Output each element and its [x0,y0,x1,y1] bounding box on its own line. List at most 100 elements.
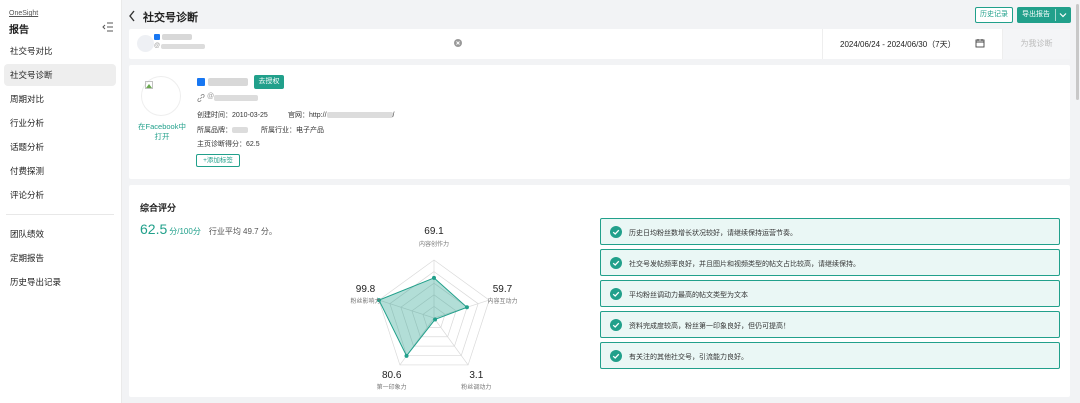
profile-card: 在Facebook中打开 去授权 @ 创建时间：2010-03-25 官网：ht… [129,65,1070,179]
sidebar-item-period-compare[interactable]: 周期对比 [4,88,116,110]
score-card: 综合评分 62.5 分/100分 行业平均 49.7 分。 69.1 内容创作力 59.… [129,185,1070,397]
radar-point[interactable] [433,317,438,322]
profile-name-redacted [208,78,248,86]
sidebar-item-topic[interactable]: 话题分析 [4,136,116,158]
page-score-info: 主页诊断得分：62.5 [197,139,260,149]
sidebar-item-industry[interactable]: 行业分析 [4,112,116,134]
radar-value-label: 80.6 [381,370,402,382]
check-circle-icon [610,319,622,331]
facebook-icon [154,34,160,40]
score-section-title: 综合评分 [140,203,177,213]
page-score-label: 主页诊断得分： [197,141,246,148]
page-title: 社交号诊断 [143,12,198,24]
radar-axis-label: 粉丝影响力 [350,298,381,305]
add-tag-button[interactable]: +添加标签 [196,154,240,167]
radar-axis-label: 第一印象力 [376,385,407,392]
broken-image-icon [145,81,153,89]
website-prefix[interactable]: http:// [309,112,327,119]
tip-item: 资料完成度较高，粉丝第一印象良好，但仍可提高！ [600,311,1060,338]
account-avatar [137,35,154,52]
tip-text: 社交号发帖频率良好，并且图片和视频类型的帖文占比较高，请继续保持。 [629,261,860,268]
sidebar-item-comments[interactable]: 评论分析 [4,184,116,206]
sidebar-item-scheduled[interactable]: 定期报告 [4,247,116,269]
website-info: 官网：http:// / [288,110,394,120]
brand-label: 所属品牌： [197,127,232,134]
tip-text: 有关注的其他社交号，引流能力良好。 [629,354,748,361]
score-value: 62.5 [140,221,168,237]
check-circle-icon [610,350,622,362]
brand-logo[interactable]: OneSight [9,10,38,17]
export-label: 导出报告 [1022,11,1050,18]
tip-item: 历史日均粉丝数增长状况较好，请继续保持运营节奏。 [600,218,1060,245]
radar-point[interactable] [464,305,469,310]
export-separator [1055,9,1056,21]
created-value: 2010-03-25 [232,112,268,119]
check-circle-icon [610,288,622,300]
tip-text: 历史日均粉丝数增长状况较好，请继续保持运营节奏。 [629,230,797,237]
authorize-button[interactable]: 去授权 [254,75,284,89]
clear-icon[interactable] [454,39,462,47]
chevron-down-icon[interactable] [1059,11,1067,19]
website-redacted [326,112,393,119]
collapse-menu-icon[interactable] [102,22,114,32]
page-score-value: 62.5 [246,141,260,148]
sidebar-item-paid[interactable]: 付费探测 [4,160,116,182]
account-at: @ [154,43,161,49]
radar-value-label: 99.8 [355,283,376,295]
link-icon [197,94,205,102]
radar-axis-label: 粉丝调动力 [461,385,492,392]
radar-point[interactable] [404,353,409,358]
website-suffix: / [392,112,395,119]
tip-item: 有关注的其他社交号，引流能力良好。 [600,342,1060,369]
score-summary: 62.5 分/100分 行业平均 49.7 分。 [140,221,277,237]
sidebar-item-diagnosis[interactable]: 社交号诊断 [4,64,116,86]
radar-axis-label: 内容创作力 [418,242,449,248]
radar-point[interactable] [432,275,436,280]
account-search-bar: @ 2024/06/24 - 2024/06/30（7天） 为我诊断 [129,29,1070,59]
radar-chart: 69.1 内容创作力 59.7 内容互动力 3.1 粉丝调动力 80.6 第一印象力 99.8 粉… [309,226,559,395]
sidebar-nav: 社交号对比 社交号诊断 周期对比 行业分析 话题分析 付费探测 评论分析 团队绩… [4,40,116,295]
date-range-picker[interactable]: 2024/06/24 - 2024/06/30（7天） [840,39,956,50]
radar-spoke [433,317,469,366]
radar-value-label: 3.1 [469,370,484,382]
check-circle-icon [610,257,622,269]
account-name-redacted [162,34,192,40]
website-label: 官网： [288,112,309,119]
brand-redacted [232,127,248,134]
tip-text: 资料完成度较高，粉丝第一印象良好，但仍可提高！ [629,323,790,330]
sidebar-item-team[interactable]: 团队绩效 [4,223,116,245]
radar-value-label: 69.1 [424,226,444,237]
sidebar-title: 报告 [9,25,29,36]
calendar-icon[interactable] [975,38,985,48]
radar-axis-label: 内容互动力 [487,298,518,305]
history-button[interactable]: 历史记录 [975,7,1013,23]
industry-label: 所属行业： [261,127,296,134]
score-unit: 分/100分 [169,227,201,236]
tip-text: 平均粉丝调动力最高的帖文类型为文本 [629,292,748,299]
facebook-icon [197,78,205,86]
open-in-facebook-link[interactable]: 在Facebook中打开 [137,122,187,142]
diagnose-button[interactable]: 为我诊断 [1002,29,1070,59]
industry-value: 电子产品 [296,127,324,134]
brand-info: 所属品牌： [197,125,248,135]
sidebar-item-export-history[interactable]: 历史导出记录 [4,271,116,293]
radar-value-label: 59.7 [492,283,513,295]
export-report-button[interactable]: 导出报告 [1017,7,1071,23]
sidebar: OneSight 报告 社交号对比 社交号诊断 周期对比 行业分析 话题分析 付… [0,0,122,403]
created-label: 创建时间： [197,112,232,119]
sidebar-divider [6,214,114,215]
back-arrow-icon[interactable] [128,10,136,22]
radar-chart-svg [376,259,490,366]
diagnosis-tips-list: 历史日均粉丝数增长状况较好，请继续保持运营节奏。 社交号发帖频率良好，并且图片和… [600,218,1060,373]
account-handle-redacted [161,44,205,49]
sidebar-item-compare[interactable]: 社交号对比 [4,40,116,62]
tip-item: 平均粉丝调动力最高的帖文类型为文本 [600,280,1060,307]
profile-avatar [141,76,181,116]
page-scrollbar[interactable] [1076,4,1079,100]
tip-item: 社交号发帖频率良好，并且图片和视频类型的帖文占比较高，请继续保持。 [600,249,1060,276]
profile-handle-redacted [214,95,258,101]
industry-average: 行业平均 49.7 分。 [208,227,277,236]
created-info: 创建时间：2010-03-25 [197,110,268,120]
industry-info: 所属行业：电子产品 [261,125,324,135]
check-circle-icon [610,226,622,238]
